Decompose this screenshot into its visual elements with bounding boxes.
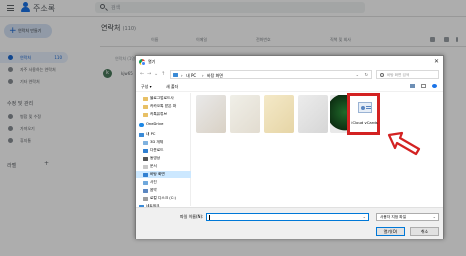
folder-icon [143,112,148,117]
breadcrumb-sep: › [202,72,204,78]
chevron-down-icon: ⌄ [432,214,436,219]
tree-item-label: 내 PC [146,132,156,136]
tree-item-label: 카카오톡 받은 파 [150,104,177,108]
tree-item[interactable]: 카카오톡 받은 파 [136,103,191,110]
tree-item[interactable]: 다운로드 [136,147,191,154]
tree-item[interactable]: 로컬 디스크 (C:) [136,195,191,202]
tree-item-label: OneDrive [146,122,164,126]
blurred-file-thumbnail[interactable] [264,95,294,133]
music-icon [143,188,148,193]
dialog-title-bar: 열기 ✕ [136,56,443,68]
new-folder-button[interactable]: 새 폴더 [166,84,178,90]
navigation-tree: 블로그업로드사 카카오톡 받은 파 카톡유튜브 OneDrive 내 PC 3D… [136,93,191,209]
chrome-icon [139,59,146,66]
dialog-bottom-bar: 파일 이름(N): ⌄ 사용자 지정 파일 ⌄ 열기(O) 취소 [136,207,443,239]
blurred-file-thumbnail[interactable] [196,95,226,133]
tree-item-label: 카톡유튜브 [150,112,167,116]
forward-arrow-icon[interactable]: → [147,71,151,77]
tree-item[interactable]: 사진 [136,179,191,186]
disk-icon [143,196,148,201]
breadcrumb-sep: › [181,72,183,78]
text-caret [209,215,210,220]
pc-icon [173,72,178,77]
search-icon [380,73,384,77]
dialog-title: 열기 [148,59,156,64]
file-name-label: iCloud vCards [351,120,378,125]
chevron-down-icon[interactable]: ⌄ [356,72,359,77]
tree-item-label: 3D 개체 [150,140,164,144]
refresh-icon[interactable]: ↻ [365,72,368,77]
filename-label: 파일 이름(N): [180,214,204,219]
organize-button[interactable]: 구성 ▾ [141,84,152,90]
video-icon [143,156,148,161]
blurred-file-thumbnail[interactable] [230,95,260,133]
folder-icon [143,104,148,109]
tree-item-selected[interactable]: 바탕 화면 [136,171,191,178]
dialog-search-input[interactable]: 바탕 화면 검색 [376,70,439,79]
tree-item-label: 문서 [150,164,157,168]
tree-item[interactable]: 문서 [136,163,191,170]
document-icon [143,164,148,169]
filename-input[interactable]: ⌄ [206,213,369,221]
cancel-button[interactable]: 취소 [410,227,439,236]
tree-item[interactable]: 3D 개체 [136,139,191,146]
address-bar[interactable]: › 내 PC › 바탕 화면 ⌄ ↻ [170,70,372,79]
blurred-file-thumbnail[interactable] [298,95,328,133]
breadcrumb-desktop[interactable]: 바탕 화면 [207,73,223,79]
tree-item[interactable]: 내 PC [136,131,191,138]
tree-item-label: 로컬 디스크 (C:) [150,196,177,200]
preview-pane-icon[interactable] [421,84,426,88]
tree-item-label: 사진 [150,180,157,184]
help-icon[interactable] [432,84,437,88]
folder-icon [143,96,148,101]
open-button[interactable]: 열기(O) [376,227,405,236]
search-placeholder: 바탕 화면 검색 [387,72,410,77]
tree-item[interactable]: 동영상 [136,155,191,162]
pointing-arrow-icon [387,131,421,156]
view-options-icon[interactable] [410,84,415,88]
chevron-down-icon[interactable]: ⌄ [363,214,366,219]
tree-item[interactable]: 카톡유튜브 [136,111,191,118]
download-icon [143,148,148,153]
tree-item-label: 음악 [150,188,157,192]
address-row: ← → ⌄ ↑ › 내 PC › 바탕 화면 ⌄ ↻ 바탕 화면 검색 [136,68,443,81]
tree-item[interactable]: OneDrive [136,121,191,128]
dialog-toolbar: 구성 ▾ 새 폴더 [136,81,443,92]
tree-item-label: 바탕 화면 [150,172,165,176]
tree-item-label: 다운로드 [150,148,164,152]
pc-icon [139,132,144,137]
vcard-file-icon [358,102,372,113]
tree-item[interactable]: 음악 [136,187,191,194]
filetype-select[interactable]: 사용자 지정 파일 ⌄ [376,213,439,221]
selected-file-vcard[interactable]: iCloud vCards [347,93,380,135]
breadcrumb-pc[interactable]: 내 PC [186,73,196,79]
3d-objects-icon [143,140,148,145]
close-icon[interactable]: ✕ [434,58,439,65]
up-arrow-icon[interactable]: ↑ [161,71,165,77]
open-file-dialog: 열기 ✕ ← → ⌄ ↑ › 내 PC › 바탕 화면 ⌄ ↻ 바탕 화면 검색… [135,55,444,239]
filetype-value: 사용자 지정 파일 [380,215,407,219]
tree-item-label: 블로그업로드사 [150,96,174,100]
desktop-icon [143,172,148,177]
tree-item[interactable]: 블로그업로드사 [136,95,191,102]
recent-chevron-icon[interactable]: ⌄ [154,71,158,77]
back-arrow-icon[interactable]: ← [140,71,144,77]
picture-icon [143,180,148,185]
cloud-icon [139,122,144,127]
tree-item-label: 동영상 [150,156,161,160]
